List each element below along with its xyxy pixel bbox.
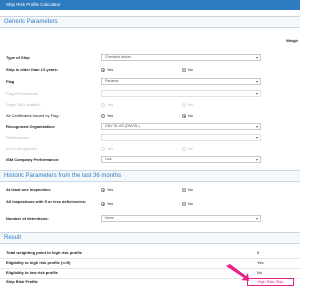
label-detentions: Number of detentions:	[6, 216, 49, 221]
select-detentions[interactable]: None ▾	[101, 215, 261, 222]
chevron-down-icon: ▾	[255, 216, 258, 221]
label-recognized-org: Recognized Organization:	[6, 124, 56, 129]
radio-unselected-icon	[101, 147, 105, 151]
row-recognized-org: Recognized Organization: DNV GL AS (DNVG…	[0, 122, 300, 132]
row-total-weighting: Total weighting point to high risk profi…	[0, 248, 300, 258]
radio-unselected-icon	[101, 114, 105, 118]
radio-label: No	[188, 188, 193, 192]
row-inspection: At least one inspection: Yes No	[0, 185, 300, 195]
radio-label: No	[188, 103, 193, 107]
chevron-down-icon: ▾	[255, 124, 258, 129]
chevron-down-icon: ▾	[255, 91, 258, 96]
radio-unselected-icon	[182, 202, 186, 206]
label-flags-imo-audit: Flag's IMO audited:	[6, 102, 41, 107]
select-ro-performance: ▾	[101, 134, 261, 141]
radio-label: Yes	[107, 188, 114, 192]
radio-deficiencies-no[interactable]: No	[182, 201, 193, 207]
value-eligibility-high: Yes	[257, 260, 264, 265]
row-detentions: Number of detentions: None ▾	[0, 214, 300, 224]
radio-older-no[interactable]: No	[182, 67, 193, 73]
label-all-certificates: All Certificates issued by Flag :	[6, 113, 61, 118]
row-eligibility-high: Eligibility to high risk profile (>=5) Y…	[0, 258, 300, 268]
chevron-down-icon: ▾	[255, 79, 258, 84]
radio-label: Yes	[107, 114, 114, 118]
radio-certificates-no[interactable]: No	[182, 113, 193, 119]
row-type-of-ship: Type of Ship Chemical tanker ▾	[0, 53, 300, 63]
radio-imo-yes: Yes	[101, 102, 113, 108]
row-ism-performance: ISM Company Performance: Low ▾	[0, 155, 300, 165]
radio-selected-icon	[182, 114, 186, 118]
radio-unselected-icon	[182, 103, 186, 107]
radio-certificates-yes[interactable]: Yes	[101, 113, 113, 119]
row-flag-performance: Flag Performance ▾	[0, 89, 300, 99]
section-title: Generic Parameters	[4, 19, 58, 25]
radio-eu-yes: Yes	[101, 146, 113, 152]
label-flag: Flag	[6, 79, 15, 84]
row-all-certificates: All Certificates issued by Flag : Yes No	[0, 111, 300, 121]
weigh-column-header: Weigh	[286, 38, 298, 43]
chevron-down-icon: ▾	[255, 157, 258, 162]
select-flag-performance: ▾	[101, 90, 261, 97]
select-value: Low	[105, 157, 112, 161]
value-total-weighting: 5	[257, 250, 260, 255]
radio-unselected-icon	[101, 103, 105, 107]
radio-label: Yes	[107, 147, 114, 151]
radio-selected-icon	[101, 188, 105, 192]
label-older-than-13: Ship is older than 13 years:	[6, 67, 59, 72]
row-older-than-13: Ship is older than 13 years: Yes No	[0, 65, 300, 75]
section-title: Result	[4, 235, 22, 241]
select-value: Panama	[105, 79, 119, 83]
select-flag[interactable]: Panama ▾	[101, 78, 261, 85]
radio-unselected-icon	[182, 147, 186, 151]
row-ro-performance: Performance ▾	[0, 133, 300, 143]
radio-label: Yes	[107, 103, 114, 107]
label-type-of-ship: Type of Ship	[6, 55, 30, 60]
row-flags-imo-audit: Flag's IMO audited: Yes No	[0, 100, 300, 110]
radio-imo-no: No	[182, 102, 193, 108]
radio-label: Yes	[107, 202, 114, 206]
chevron-down-icon: ▾	[255, 135, 258, 140]
radio-label: No	[188, 114, 193, 118]
row-flag: Flag Panama ▾	[0, 77, 300, 87]
select-ism-performance[interactable]: Low ▾	[101, 156, 261, 163]
label-ship-risk-profile: Ship Risk Profile	[6, 279, 38, 284]
chevron-down-icon: ▾	[255, 55, 258, 60]
label-deficiencies: All inspections with 5 or less deficienc…	[6, 199, 87, 204]
select-type-of-ship[interactable]: Chemical tanker ▾	[101, 54, 261, 61]
radio-label: No	[188, 68, 193, 72]
label-flag-performance: Flag Performance	[6, 91, 38, 96]
radio-inspection-yes[interactable]: Yes	[101, 187, 113, 193]
label-eligibility-high: Eligibility to high risk profile (>=5)	[6, 260, 71, 265]
radio-label: Yes	[107, 68, 114, 72]
radio-selected-icon	[101, 202, 105, 206]
section-historic-parameters: Historic Parameters from the last 36 mon…	[0, 170, 300, 182]
radio-selected-icon	[101, 68, 105, 72]
radio-label: No	[188, 202, 193, 206]
select-value: Chemical tanker	[105, 55, 131, 59]
radio-deficiencies-yes[interactable]: Yes	[101, 201, 113, 207]
label-ism-performance: ISM Company Performance:	[6, 157, 60, 162]
row-eu-ro: Is EU recognized: Yes No	[0, 144, 300, 154]
row-deficiencies: All inspections with 5 or less deficienc…	[0, 198, 300, 212]
label-total-weighting: Total weighting point to high risk profi…	[6, 250, 82, 255]
section-title: Historic Parameters from the last 36 mon…	[4, 173, 122, 179]
select-value: DNV GL AS (DNVGL)	[105, 124, 140, 128]
section-result: Result	[0, 232, 300, 244]
radio-inspection-no[interactable]: No	[182, 187, 193, 193]
ship-risk-profile-value: High Risk Ship	[247, 278, 294, 286]
label-inspection: At least one inspection:	[6, 187, 52, 192]
window-title: Ship Risk Profile Calculator	[0, 0, 300, 10]
label-eu-ro: Is EU recognized:	[6, 146, 38, 151]
radio-eu-no: No	[182, 146, 193, 152]
radio-label: No	[188, 147, 193, 151]
select-recognized-org[interactable]: DNV GL AS (DNVGL) ▾	[101, 123, 261, 130]
radio-unselected-icon	[182, 68, 186, 72]
radio-older-yes[interactable]: Yes	[101, 67, 113, 73]
radio-unselected-icon	[182, 188, 186, 192]
label-ro-performance: Performance	[6, 135, 29, 140]
section-generic-parameters: Generic Parameters	[0, 16, 300, 28]
select-value: None	[105, 216, 114, 220]
